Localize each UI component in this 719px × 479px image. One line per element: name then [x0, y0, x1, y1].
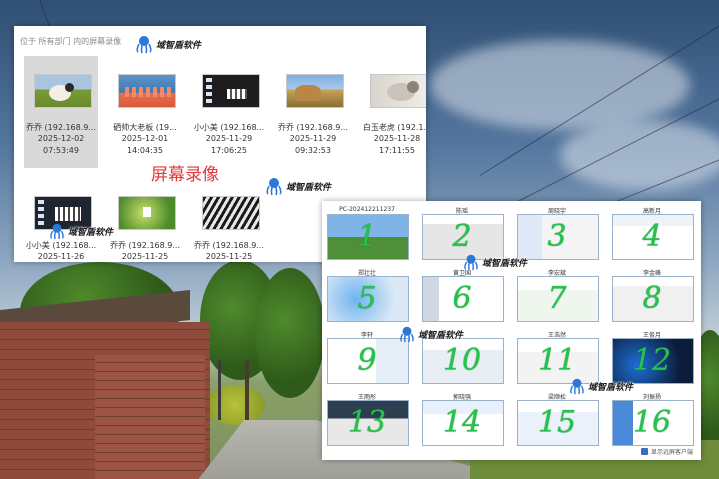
handwritten-number: 9: [357, 343, 377, 378]
thumbnail-flamingos: [118, 74, 176, 108]
tile-date: 2025-11-26: [37, 252, 85, 261]
tile-date: 2025-11-29: [205, 134, 253, 143]
octopus-logo-icon: [464, 254, 478, 271]
tile-name: 乔乔 (192.168.9...: [109, 241, 180, 250]
monitor-cell[interactable]: 梁顺松 15: [515, 392, 599, 447]
handwritten-number: 15: [537, 405, 577, 440]
tile-date: 2025-11-25: [205, 252, 253, 261]
brand-watermark: 域智盾软件: [48, 222, 113, 240]
tile-date: 2025-11-28: [373, 134, 421, 143]
handwritten-number: 10: [442, 343, 482, 378]
handwritten-number: 4: [642, 219, 662, 254]
footer-text: 显示远屏客户端: [650, 449, 693, 456]
recording-tile[interactable]: 小小美 (192.168... 2025-11-29 17:06:25: [192, 56, 266, 168]
tile-date: 2025-11-29: [289, 134, 337, 143]
brand-watermark: 域智盾软件: [568, 377, 633, 395]
tile-name: 乔乔 (192.168.9...: [25, 123, 96, 132]
tile-time: 17:06:25: [211, 146, 247, 155]
breadcrumb: 位于 所有部门 内的屏幕录像: [20, 37, 122, 46]
monitor-cell[interactable]: 李轩 9: [325, 330, 409, 385]
tile-time: 07:53:49: [43, 146, 79, 155]
octopus-logo-icon: [266, 178, 282, 196]
monitor-cell[interactable]: 郭晓强 14: [420, 392, 504, 447]
tile-time: 09:32:53: [295, 146, 331, 155]
tile-name: 白玉老虎 (192.1...: [362, 123, 426, 132]
thumbnail-green-desktop: [118, 196, 176, 230]
handwritten-number: 5: [357, 281, 377, 316]
monitor-cell[interactable]: 李宏斌 7: [515, 268, 599, 323]
handwritten-number: 8: [642, 281, 662, 316]
brand-watermark: 域智盾软件: [134, 34, 201, 54]
brand-watermark: 域智盾软件: [398, 325, 463, 343]
recording-tile[interactable]: 乔乔 (192.168.9... 2025-12-02 07:53:49: [24, 56, 98, 168]
handwritten-number: 13: [347, 405, 387, 440]
monitor-cell[interactable]: 王雨彤 13: [325, 392, 409, 447]
app-icon: [640, 448, 648, 455]
tile-name: 乔乔 (192.168.9...: [193, 241, 264, 250]
thumbnail-desktop: [202, 74, 260, 108]
recording-tile[interactable]: 乔乔 (192.168.9... 2025-11-25: [192, 188, 266, 261]
monitor-cell[interactable]: 黄卫国 6: [420, 268, 504, 323]
thumbnail-kitten: [370, 74, 426, 108]
handwritten-number: 7: [547, 281, 567, 316]
thumbnail-landscape: [286, 74, 344, 108]
thumbnail-zebra: [202, 196, 260, 230]
recording-tile[interactable]: 白玉老虎 (192.1... 2025-11-28 17:11:55: [360, 56, 426, 168]
monitor-cell[interactable]: 周晓宇 3: [515, 206, 599, 261]
monitor-cell[interactable]: 高新月 4: [610, 206, 694, 261]
tile-date: 2025-11-25: [121, 252, 169, 261]
recording-tile[interactable]: 乔乔 (192.168.9... 2025-11-29 09:32:53: [276, 56, 350, 168]
octopus-logo-icon: [136, 36, 152, 54]
handwritten-number: 14: [442, 405, 482, 440]
octopus-logo-icon: [400, 326, 414, 343]
handwritten-number: 16: [632, 405, 672, 440]
tile-name: 硒帅大老板 (19...: [113, 123, 177, 132]
thumbnail-sheep: [34, 74, 92, 108]
monitor-cell[interactable]: PC-202412211237 1: [325, 206, 409, 261]
tile-date: 2025-12-02: [37, 134, 85, 143]
handwritten-number: 3: [547, 219, 567, 254]
brand-watermark: 域智盾软件: [264, 176, 331, 196]
screen-monitor-grid-window: PC-202412211237 1 陈瑶 2 周晓宇 3 高新月 4 郑壮壮 5 黄卫国 6 李宏斌 7 李…: [322, 201, 701, 460]
recording-tile[interactable]: 乔乔 (192.168.9... 2025-11-25: [108, 188, 182, 261]
monitor-cell-label: PC-202412211237: [339, 206, 395, 213]
tile-time: 14:04:35: [127, 146, 163, 155]
tile-name: 小小美 (192.168...: [193, 123, 265, 132]
monitor-cell[interactable]: 李金峰 8: [610, 268, 694, 323]
footer-status: 显示远屏客户端: [640, 447, 693, 456]
octopus-logo-icon: [50, 223, 64, 240]
brand-watermark: 域智盾软件: [462, 253, 527, 271]
monitor-cell[interactable]: 刘振扬 16: [610, 392, 694, 447]
tile-date: 2025-12-01: [121, 134, 169, 143]
tile-time: 17:11:55: [379, 146, 415, 155]
recording-tile[interactable]: 硒帅大老板 (19... 2025-12-01 14:04:35: [108, 56, 182, 168]
handwritten-number: 6: [452, 281, 472, 316]
tile-name: 小小美 (192.168...: [25, 241, 97, 250]
monitor-cell[interactable]: 郑壮壮 5: [325, 268, 409, 323]
handwritten-number: 1: [357, 219, 377, 254]
tile-name: 乔乔 (192.168.9...: [277, 123, 348, 132]
octopus-logo-icon: [570, 378, 584, 395]
screen-recording-caption: 屏幕录像: [151, 165, 219, 185]
